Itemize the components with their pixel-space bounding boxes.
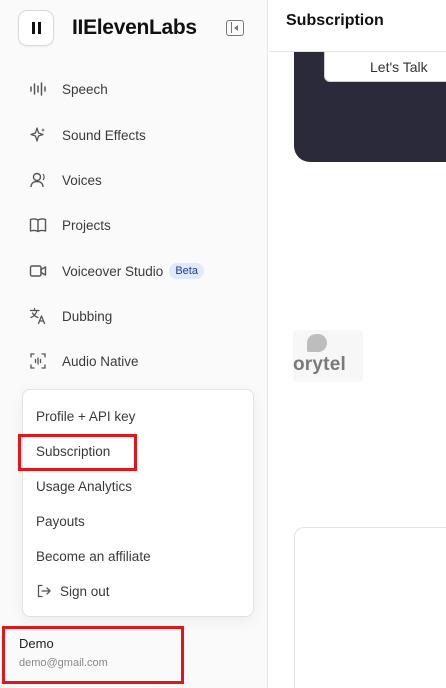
sidebar: IIElevenLabs Speech Sound Effects Voices… — [0, 0, 268, 688]
nav-label: Speech — [62, 81, 108, 97]
menu-item-profile-api-key[interactable]: Profile + API key — [36, 405, 135, 427]
nav-item-projects[interactable]: Projects — [28, 213, 111, 237]
menu-item-usage-analytics[interactable]: Usage Analytics — [36, 475, 132, 497]
translate-icon — [28, 306, 48, 326]
menu-item-payouts[interactable]: Payouts — [36, 510, 85, 532]
main-header: Subscription — [269, 0, 446, 52]
collapse-sidebar-icon[interactable] — [226, 20, 244, 36]
sparkles-icon — [28, 125, 48, 145]
menu-label: Subscription — [36, 443, 111, 459]
menu-item-subscription[interactable]: Subscription — [36, 440, 110, 462]
menu-label: Profile + API key — [36, 408, 136, 424]
enterprise-card: Let's Talk — [294, 52, 446, 162]
partner-logo-mark-icon — [307, 334, 327, 352]
nav-label: Projects — [62, 217, 111, 233]
nav-label: Voices — [62, 172, 102, 188]
nav-item-audio-native[interactable]: Audio Native — [28, 349, 139, 373]
user-account-button[interactable]: Demo demo@gmail.com — [19, 636, 108, 669]
sign-out-icon — [36, 583, 52, 599]
nav-label: Voiceover Studio — [62, 263, 164, 279]
video-camera-icon — [28, 261, 48, 281]
plan-card — [294, 527, 446, 688]
nav-item-voiceover-studio[interactable]: Voiceover Studio Beta — [28, 259, 204, 283]
logo-icon[interactable] — [18, 10, 54, 46]
account-menu: Profile + API key Subscription Usage Ana… — [22, 389, 254, 617]
partner-logo: orytel — [293, 330, 363, 382]
beta-badge: Beta — [169, 263, 204, 279]
nav-label: Audio Native — [62, 353, 139, 369]
user-name: Demo — [19, 636, 54, 651]
menu-item-become-affiliate[interactable]: Become an affiliate — [36, 545, 151, 567]
menu-label: Usage Analytics — [36, 478, 133, 494]
waveform-icon — [28, 79, 48, 99]
user-email: demo@gmail.com — [19, 657, 108, 669]
brand-name: IIElevenLabs — [72, 16, 197, 39]
nav-label: Dubbing — [62, 308, 113, 324]
lets-talk-button[interactable]: Let's Talk — [324, 52, 446, 82]
menu-label: Become an affiliate — [36, 548, 151, 564]
nav-item-dubbing[interactable]: Dubbing — [28, 304, 112, 328]
user-voice-icon — [28, 170, 48, 190]
partner-logo-text: orytel — [293, 354, 346, 375]
main-content: Subscription Let's Talk orytel — [269, 0, 446, 688]
nav-item-speech[interactable]: Speech — [28, 77, 108, 101]
book-icon — [28, 215, 48, 235]
nav-item-sound-effects[interactable]: Sound Effects — [28, 123, 146, 147]
nav-label: Sound Effects — [62, 127, 146, 143]
nav-item-voices[interactable]: Voices — [28, 168, 102, 192]
menu-label: Payouts — [36, 513, 85, 529]
audio-native-icon — [28, 351, 48, 371]
menu-item-sign-out[interactable]: Sign out — [36, 580, 110, 602]
logo-row: IIElevenLabs — [18, 10, 197, 46]
menu-label: Sign out — [60, 583, 110, 599]
page-title: Subscription — [286, 12, 384, 29]
